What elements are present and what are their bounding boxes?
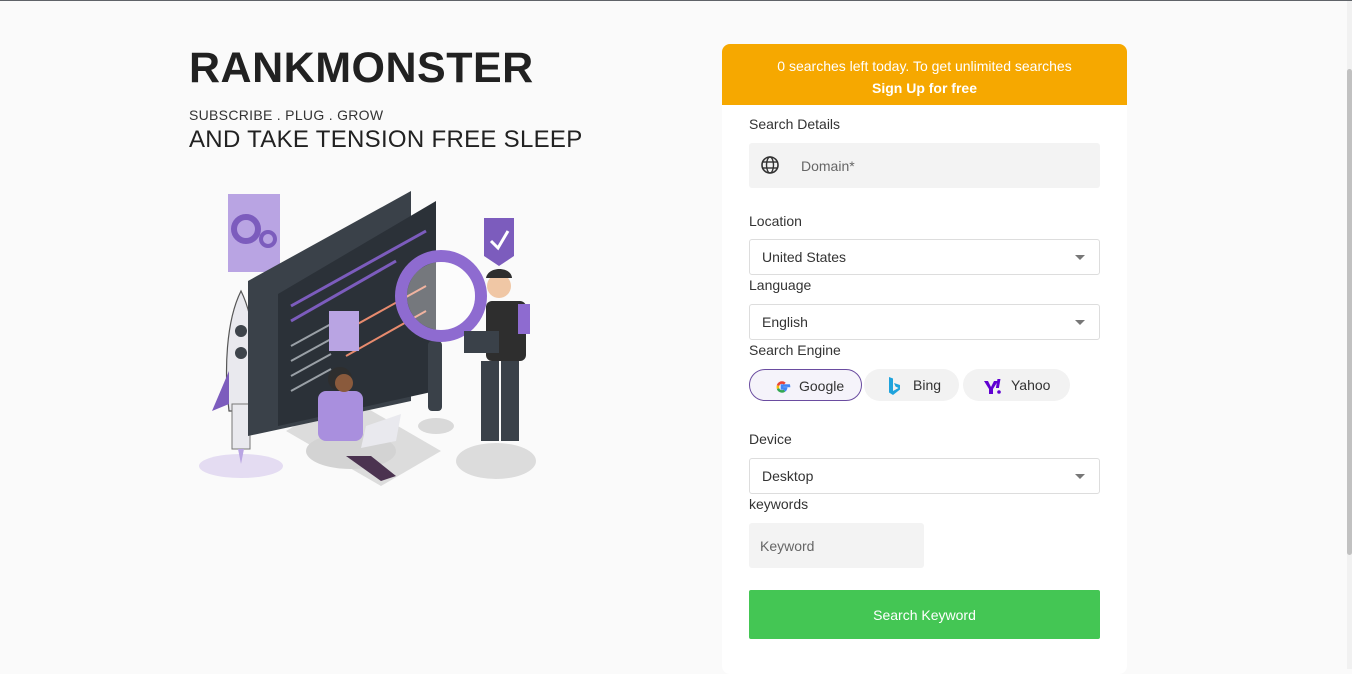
- brand-title: RANKMONSTER: [189, 44, 534, 92]
- search-engine-label: Search Engine: [749, 342, 841, 358]
- hero-illustration: [199, 191, 536, 486]
- google-icon: [776, 381, 791, 393]
- chevron-down-icon: [1075, 320, 1085, 325]
- banner-message: 0 searches left today. To get unlimited …: [777, 58, 1072, 74]
- keyword-input[interactable]: [749, 523, 924, 568]
- tagline-small: SUBSCRIBE . PLUG . GROW: [189, 107, 384, 124]
- globe-icon: [761, 156, 779, 174]
- language-label: Language: [749, 277, 812, 293]
- language-select[interactable]: English: [749, 304, 1100, 340]
- search-details-label: Search Details: [749, 116, 841, 132]
- engine-label-google: Google: [799, 378, 845, 394]
- device-label: Device: [749, 431, 792, 447]
- keywords-label: keywords: [749, 496, 809, 512]
- engine-options: Google Bing Yahoo: [749, 369, 1100, 401]
- scrollbar-thumb[interactable]: [1347, 69, 1352, 555]
- language-value: English: [762, 314, 808, 330]
- domain-field[interactable]: [749, 143, 1100, 188]
- bing-icon: [889, 377, 900, 395]
- chevron-down-icon: [1075, 255, 1085, 260]
- engine-label-bing: Bing: [913, 377, 942, 393]
- signup-link[interactable]: Sign Up for free: [722, 77, 1127, 99]
- search-card: 0 searches left today. To get unlimited …: [722, 44, 1127, 674]
- hero-section: RANKMONSTER SUBSCRIBE . PLUG . GROW AND …: [189, 44, 669, 154]
- location-label: Location: [749, 213, 802, 229]
- engine-option-bing[interactable]: Bing: [864, 369, 959, 401]
- limit-banner: 0 searches left today. To get unlimited …: [722, 44, 1127, 105]
- device-select[interactable]: Desktop: [749, 458, 1100, 494]
- device-value: Desktop: [762, 468, 814, 484]
- tagline-big: AND TAKE TENSION FREE SLEEP: [189, 126, 583, 154]
- location-value: United States: [762, 249, 847, 265]
- domain-input[interactable]: [801, 143, 1091, 188]
- engine-option-google[interactable]: Google: [749, 369, 862, 401]
- engine-option-yahoo[interactable]: Yahoo: [963, 369, 1070, 401]
- engine-label-yahoo: Yahoo: [1011, 377, 1051, 393]
- location-select[interactable]: United States: [749, 239, 1100, 275]
- search-keyword-button[interactable]: Search Keyword: [749, 590, 1100, 639]
- yahoo-icon: [984, 379, 1001, 394]
- chevron-down-icon: [1075, 474, 1085, 479]
